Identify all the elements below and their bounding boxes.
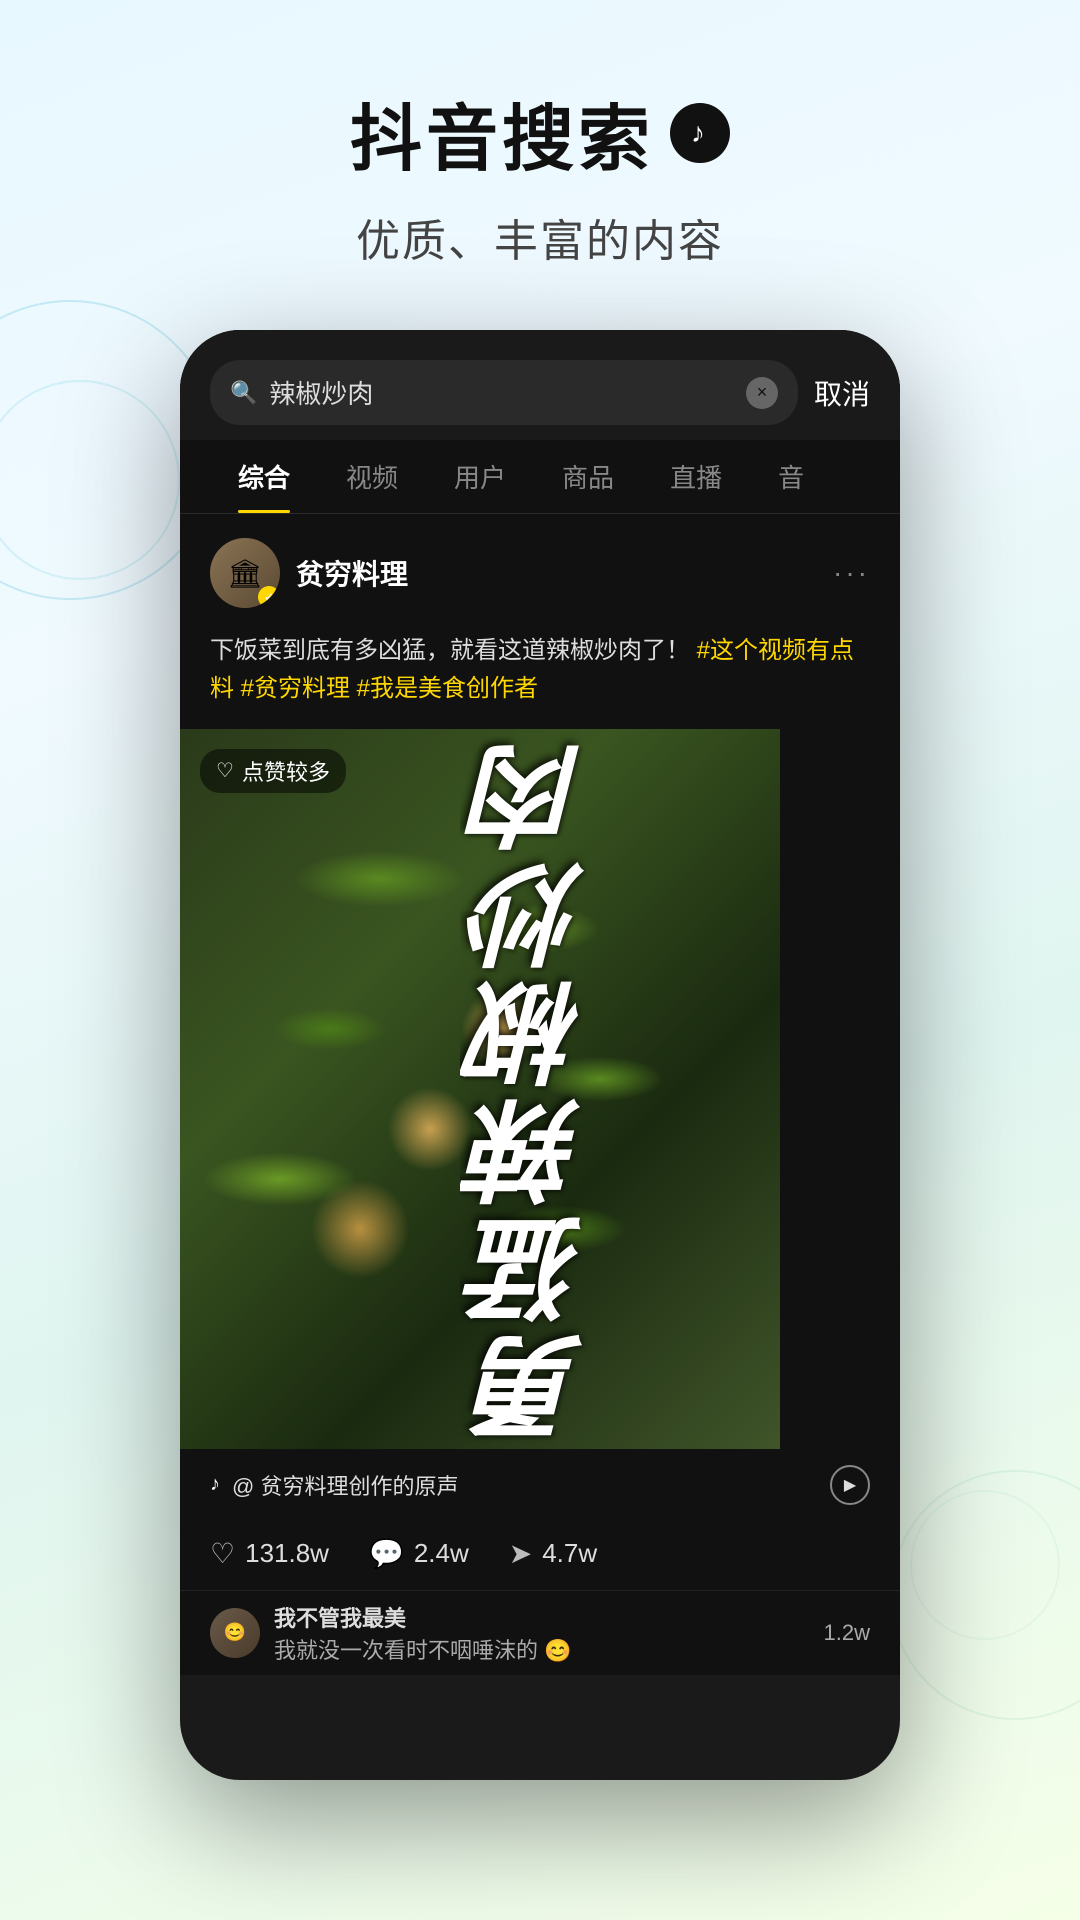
play-icon: ▶ bbox=[844, 1475, 856, 1495]
commenter-avatar: 😊 bbox=[210, 1608, 260, 1658]
stat-comments[interactable]: 💬 2.4w bbox=[369, 1537, 469, 1570]
search-query-text: 辣椒炒肉 bbox=[269, 374, 734, 411]
music-note-icon: ♪ bbox=[691, 117, 709, 149]
commenter-avatar-icon: 😊 bbox=[224, 1622, 246, 1643]
video-right-panel bbox=[780, 729, 900, 1449]
header-subtitle: 优质、丰富的内容 bbox=[0, 205, 1080, 269]
more-options-icon[interactable]: ··· bbox=[833, 557, 870, 589]
app-header: 抖音搜索 ♪ 优质、丰富的内容 bbox=[0, 0, 1080, 269]
commenter-name: 我不管我最美 bbox=[274, 1601, 810, 1633]
stats-row: ♡ 131.8w 💬 2.4w ➤ 4.7w bbox=[180, 1521, 900, 1590]
comment-icon: 💬 bbox=[369, 1537, 404, 1570]
share-icon: ➤ bbox=[509, 1537, 532, 1570]
search-tabs: 综合 视频 用户 商品 直播 音 bbox=[180, 440, 900, 514]
tab-用户[interactable]: 用户 bbox=[426, 440, 534, 513]
play-button[interactable]: ▶ bbox=[830, 1465, 870, 1505]
likes-badge-text: 点赞较多 bbox=[242, 755, 330, 787]
author-name[interactable]: 贫穷料理 bbox=[296, 553, 817, 593]
phone-screen-container: 🔍 辣椒炒肉 × 取消 综合 视频 用户 bbox=[180, 330, 900, 1780]
video-footer: ♪ @ 贫穷料理创作的原声 ▶ bbox=[180, 1449, 900, 1521]
like-icon: ♡ bbox=[210, 1537, 235, 1570]
comment-body: 我就没一次看时不咽唾沫的 😊 bbox=[274, 1633, 810, 1665]
tab-综合[interactable]: 综合 bbox=[210, 440, 318, 513]
app-title-text: 抖音搜索 bbox=[350, 80, 654, 185]
phone-screen: 🔍 辣椒炒肉 × 取消 综合 视频 用户 bbox=[180, 330, 900, 1675]
tiktok-logo-icon: ♪ bbox=[670, 103, 730, 163]
like-count: 131.8w bbox=[245, 1538, 329, 1569]
stat-shares[interactable]: ➤ 4.7w bbox=[509, 1537, 597, 1570]
stat-likes[interactable]: ♡ 131.8w bbox=[210, 1537, 329, 1570]
share-count: 4.7w bbox=[542, 1538, 597, 1569]
author-row: 🏛 ✓ 贫穷料理 ··· bbox=[180, 514, 900, 632]
comment-content: 我不管我最美 我就没一次看时不咽唾沫的 😊 bbox=[274, 1601, 810, 1665]
search-cancel-button[interactable]: 取消 bbox=[814, 373, 870, 413]
bg-decoration-4 bbox=[910, 1490, 1060, 1640]
search-bar: 🔍 辣椒炒肉 × 取消 bbox=[180, 330, 900, 440]
likes-badge: ♡ 点赞较多 bbox=[200, 749, 346, 793]
video-thumbnail[interactable]: 勇猛辣椒炒肉 ♡ 点赞较多 bbox=[180, 729, 900, 1449]
music-info-text: @ 贫穷料理创作的原声 bbox=[232, 1469, 818, 1501]
post-text: 下饭菜到底有多凶猛，就看这道辣椒炒肉了！ #这个视频有点料 #贫穷料理 #我是美… bbox=[180, 632, 900, 729]
tab-音[interactable]: 音 bbox=[750, 440, 832, 513]
tiktok-music-icon: ♪ bbox=[210, 1473, 220, 1496]
comment-count: 2.4w bbox=[414, 1538, 469, 1569]
search-clear-button[interactable]: × bbox=[746, 377, 778, 409]
search-input-wrap[interactable]: 🔍 辣椒炒肉 × bbox=[210, 360, 798, 425]
verified-badge: ✓ bbox=[258, 586, 280, 608]
tab-商品[interactable]: 商品 bbox=[534, 440, 642, 513]
heart-icon: ♡ bbox=[216, 758, 234, 783]
clear-icon: × bbox=[757, 382, 768, 403]
app-title-row: 抖音搜索 ♪ bbox=[350, 80, 730, 185]
comment-row: 😊 我不管我最美 我就没一次看时不咽唾沫的 😊 1.2w bbox=[180, 1590, 900, 1675]
post-body-text: 下饭菜到底有多凶猛，就看这道辣椒炒肉了！ bbox=[210, 637, 690, 664]
video-title-text: 勇猛辣椒炒肉 bbox=[480, 735, 601, 1443]
phone-mockup: 🔍 辣椒炒肉 × 取消 综合 视频 用户 bbox=[180, 330, 900, 1780]
comment-like-count: 1.2w bbox=[824, 1620, 870, 1646]
tab-视频[interactable]: 视频 bbox=[318, 440, 426, 513]
avatar[interactable]: 🏛 ✓ bbox=[210, 538, 280, 608]
search-icon: 🔍 bbox=[230, 380, 257, 406]
tab-直播[interactable]: 直播 bbox=[642, 440, 750, 513]
